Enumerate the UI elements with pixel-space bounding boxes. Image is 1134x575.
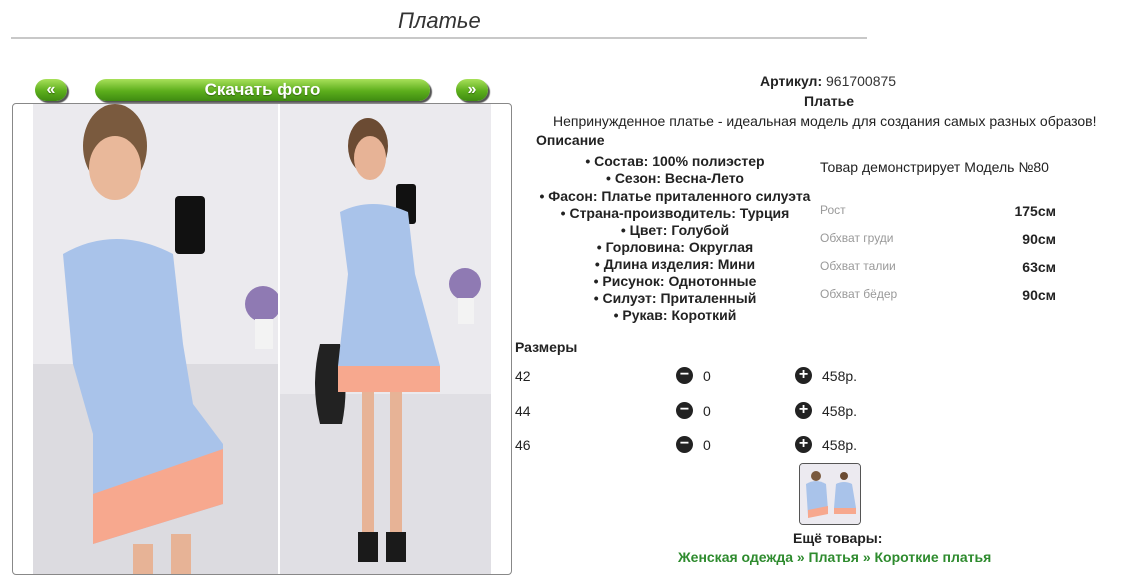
qty-value: 0 [703, 437, 711, 453]
size-label: 46 [515, 437, 531, 453]
decrease-qty-button[interactable]: − [676, 436, 693, 453]
spec-item: • Длина изделия: Мини [594, 256, 756, 272]
next-photo-button[interactable]: » [456, 79, 488, 101]
article-value: 961700875 [826, 73, 897, 89]
decrease-qty-button[interactable]: − [676, 402, 693, 419]
measurement-row: Обхват талии 63см [820, 259, 1056, 277]
size-label: 44 [515, 403, 531, 419]
spec-item: • Фасон: Платье приталенного силуэта [539, 188, 811, 204]
product-photo-side [280, 104, 491, 574]
download-photo-button[interactable]: Скачать фото [95, 79, 430, 101]
measurement-label: Обхват бёдер [820, 287, 898, 301]
size-row: 46 − 0 + 458р. [515, 435, 875, 457]
measurement-row: Обхват груди 90см [820, 231, 1056, 249]
size-price: 458р. [822, 403, 858, 419]
size-label: 42 [515, 368, 531, 384]
photo-thumbnail[interactable] [799, 463, 861, 525]
measurement-value: 90см [1022, 231, 1056, 247]
measurement-value: 90см [1022, 287, 1056, 303]
increase-qty-button[interactable]: + [795, 402, 812, 419]
qty-value: 0 [703, 403, 711, 419]
size-row: 42 − 0 + 458р. [515, 366, 875, 388]
measurement-label: Рост [820, 203, 846, 217]
description-heading: Описание [536, 132, 605, 148]
size-row: 44 − 0 + 458р. [515, 401, 875, 423]
measurement-label: Обхват талии [820, 259, 896, 273]
spec-item: • Силуэт: Приталенный [593, 290, 757, 306]
measurement-row: Рост 175см [820, 203, 1056, 221]
article-line: Артикул: 961700875 [760, 73, 896, 89]
spec-item: • Рукав: Короткий [613, 307, 737, 323]
prev-photo-button[interactable]: « [35, 79, 67, 101]
size-price: 458р. [822, 437, 858, 453]
size-price: 458р. [822, 368, 858, 384]
measurement-row: Обхват бёдер 90см [820, 287, 1056, 305]
category-breadcrumb[interactable]: Женская одежда » Платья » Короткие плать… [678, 549, 991, 565]
spec-item: • Рисунок: Однотонные [593, 273, 757, 289]
decrease-qty-button[interactable]: − [676, 367, 693, 384]
spec-item: • Сезон: Весна-Лето [606, 170, 744, 186]
page-title: Платье [398, 8, 481, 33]
measurement-label: Обхват груди [820, 231, 894, 245]
spec-item: • Состав: 100% полиэстер [585, 153, 765, 169]
more-products-heading: Ещё товары: [793, 530, 883, 546]
product-tagline: Непринужденное платье - идеальная модель… [553, 113, 1097, 129]
title-divider [11, 37, 867, 39]
spec-item: • Страна-производитель: Турция [560, 205, 790, 221]
increase-qty-button[interactable]: + [795, 436, 812, 453]
increase-qty-button[interactable]: + [795, 367, 812, 384]
measurement-value: 63см [1022, 259, 1056, 275]
qty-value: 0 [703, 368, 711, 384]
spec-item: • Цвет: Голубой [620, 222, 730, 238]
article-label: Артикул: [760, 73, 823, 89]
product-name: Платье [804, 93, 854, 109]
spec-item: • Горловина: Округлая [596, 239, 754, 255]
product-photo-frame [12, 103, 512, 575]
product-photo-front [33, 104, 278, 574]
model-info: Товар демонстрирует Модель №80 [820, 159, 1049, 175]
measurement-value: 175см [1014, 203, 1056, 219]
sizes-heading: Размеры [515, 339, 578, 355]
